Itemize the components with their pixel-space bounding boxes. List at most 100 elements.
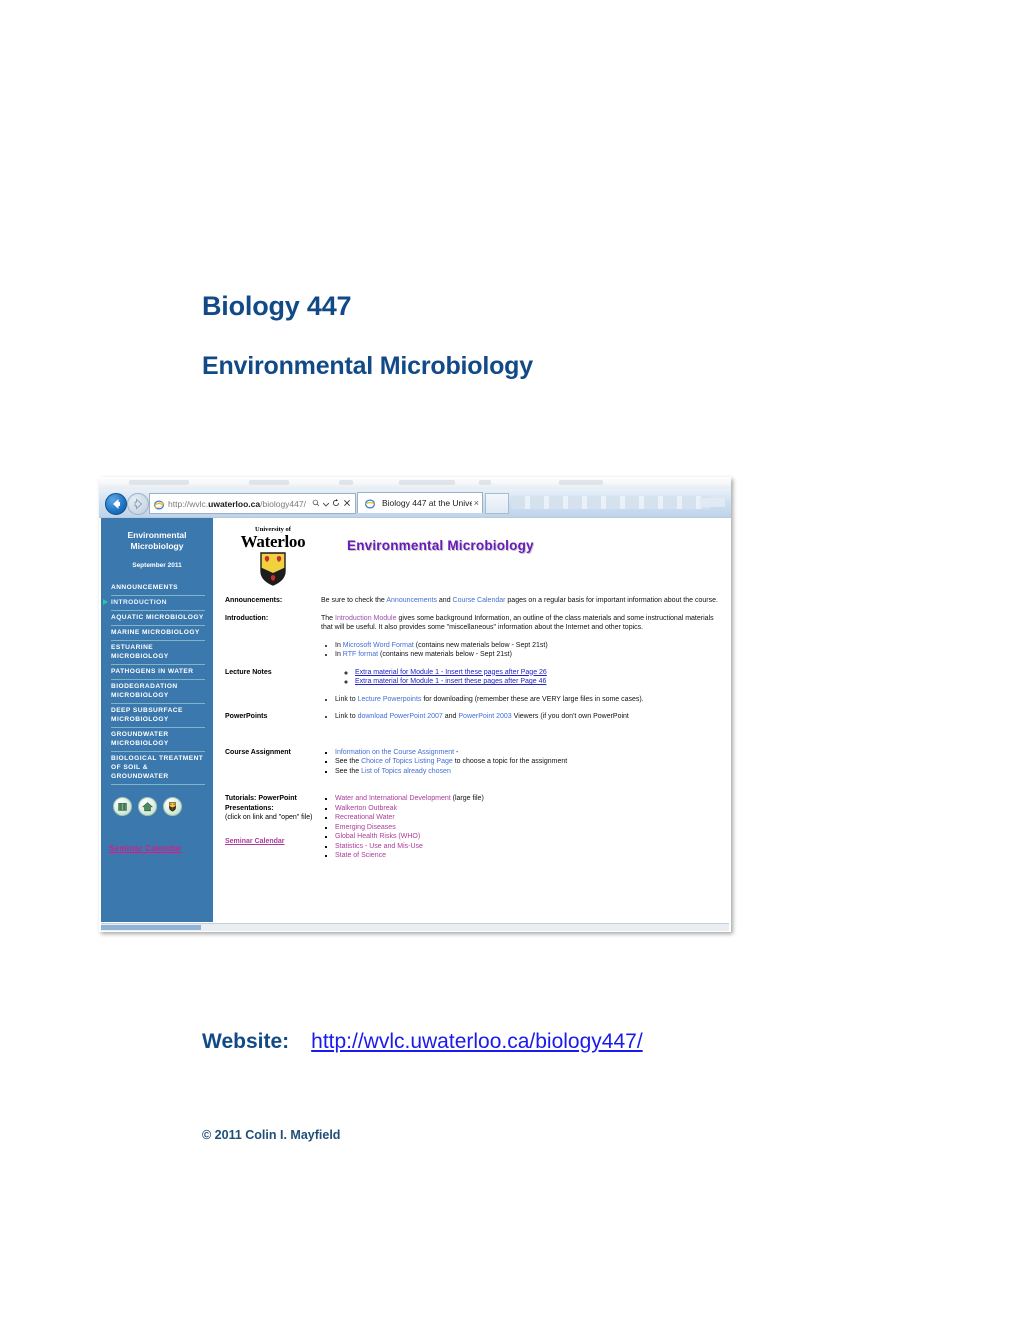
scrollbar-thumb[interactable] xyxy=(101,925,201,930)
sidebar-item-biodegradation-microbiology[interactable]: BIODEGRADATION MICROBIOLOGY xyxy=(111,680,205,704)
sidebar-item-groundwater-microbiology[interactable]: GROUNDWATER MICROBIOLOGY xyxy=(111,728,205,752)
uwaterloo-logo: University of Waterloo xyxy=(229,526,317,588)
search-icon[interactable] xyxy=(312,499,320,509)
powerpoint-2003-link[interactable]: PowerPoint 2003 xyxy=(458,713,511,720)
list-item: In Microsoft Word Format (contains new m… xyxy=(335,641,719,651)
tutorial-link[interactable]: Walkerton Outbreak xyxy=(335,805,397,812)
address-bar[interactable]: http://wvlc.uwaterloo.ca/biology447/ xyxy=(149,493,356,514)
text-fragment: and xyxy=(442,713,459,720)
browser-screenshot: http://wvlc.uwaterloo.ca/biology447/ Bio… xyxy=(99,477,731,932)
list-item: See the List of Topics already chosen xyxy=(335,767,719,777)
list-item: Statistics - Use and Mis-Use xyxy=(335,842,719,852)
sidebar-item-label: ANNOUNCEMENTS xyxy=(111,584,179,591)
tutorials-list: Water and International Development (lar… xyxy=(321,794,719,861)
row-label: Lecture Notes xyxy=(225,668,272,676)
sidebar-item-label: PATHOGENS IN WATER xyxy=(111,668,194,675)
text-fragment: pages on a regular basis for important i… xyxy=(505,597,718,604)
copyright-notice: © 2011 Colin I. Mayfield xyxy=(202,1128,341,1142)
page-banner-title: Environmental Microbiology xyxy=(347,538,534,553)
sidebar-item-biological-treatment[interactable]: BIOLOGICAL TREATMENT OF SOIL & GROUNDWAT… xyxy=(111,752,205,785)
introduction-module-link[interactable]: Introduction Module xyxy=(335,615,396,622)
row-body: Link to Lecture Powerpoints for download… xyxy=(321,695,719,705)
extra-material-page26-link[interactable]: Extra material for Module 1 - Insert the… xyxy=(355,669,547,676)
tutorial-link[interactable]: Recreational Water xyxy=(335,814,395,821)
tab-title: Biology 447 at the Universit... xyxy=(382,498,472,508)
topics-listing-link[interactable]: Choice of Topics Listing Page xyxy=(361,758,453,765)
list-item: Information on the Course Assignment - xyxy=(335,748,719,758)
sidebar-item-estuarine-microbiology[interactable]: ESTUARINE MICROBIOLOGY xyxy=(111,641,205,665)
tutorial-link[interactable]: Water and International Development xyxy=(335,795,451,802)
topics-chosen-link[interactable]: List of Topics already chosen xyxy=(361,768,451,775)
row-label: Course Assignment xyxy=(225,748,291,756)
course-calendar-link[interactable]: Course Calendar xyxy=(453,597,506,604)
text-fragment: to choose a topic for the assignment xyxy=(452,758,568,765)
text-fragment: Viewers (if you don't own PowerPoint xyxy=(511,713,629,720)
lecture-powerpoints-list: Link to Lecture Powerpoints for download… xyxy=(321,695,719,705)
browser-window-controls-blur xyxy=(699,498,725,507)
sidebar-title-line1: Environmental xyxy=(127,530,187,540)
sidebar-seminar-calendar-link[interactable]: Seminar Calendar xyxy=(109,844,213,853)
tutorial-link[interactable]: Global Health Risks (WHO) xyxy=(335,833,420,840)
row-label: PowerPoints xyxy=(225,713,268,720)
shield-icon[interactable] xyxy=(163,797,182,816)
tutorials-label-line1: Tutorials: PowerPoint xyxy=(225,795,297,802)
website-label: Website: xyxy=(202,1030,290,1053)
sidebar-title-line2: Microbiology xyxy=(130,541,184,551)
tutorial-link[interactable]: Emerging Diseases xyxy=(335,824,396,831)
rtf-format-link[interactable]: RTF format xyxy=(343,651,378,658)
sidebar-item-aquatic-microbiology[interactable]: AQUATIC MICROBIOLOGY xyxy=(111,611,205,626)
row-label-empty xyxy=(225,695,321,705)
sidebar-item-announcements[interactable]: ANNOUNCEMENTS xyxy=(111,581,205,596)
content-row-lecture-powerpoints: Link to Lecture Powerpoints for download… xyxy=(225,695,719,705)
close-icon[interactable] xyxy=(343,499,351,509)
tab-close-icon[interactable]: × xyxy=(472,498,479,508)
seminar-calendar-link[interactable]: Seminar Calendar xyxy=(225,837,321,847)
sidebar-item-introduction[interactable]: INTRODUCTION xyxy=(103,596,205,611)
row-body: Water and International Development (lar… xyxy=(321,794,719,861)
list-item: Link to Lecture Powerpoints for download… xyxy=(335,695,719,705)
new-tab-button[interactable] xyxy=(485,493,509,514)
row-label-empty xyxy=(225,641,321,660)
chevron-down-icon[interactable] xyxy=(322,499,330,509)
row-body: In Microsoft Word Format (contains new m… xyxy=(321,641,719,660)
announcements-link[interactable]: Announcements xyxy=(386,597,437,604)
content-row-formats: In Microsoft Word Format (contains new m… xyxy=(225,641,719,660)
uwaterloo-shield-icon xyxy=(229,552,317,588)
text-fragment: - xyxy=(454,748,459,756)
row-body: Extra material for Module 1 - Insert the… xyxy=(321,668,719,687)
page-viewport: Environmental Microbiology September 201… xyxy=(99,517,731,924)
site-sidebar: Environmental Microbiology September 201… xyxy=(101,518,213,922)
sidebar-date: September 2011 xyxy=(132,562,182,569)
row-body: Be sure to check the Announcements and C… xyxy=(321,596,719,606)
books-icon[interactable] xyxy=(113,797,132,816)
refresh-icon[interactable] xyxy=(332,498,340,509)
powerpoint-2007-link[interactable]: download PowerPoint 2007 xyxy=(358,713,443,720)
tutorial-link[interactable]: Statistics - Use and Mis-Use xyxy=(335,843,423,850)
tab-favicon-icon xyxy=(364,497,376,509)
sidebar-item-pathogens-in-water[interactable]: PATHOGENS IN WATER xyxy=(111,665,205,680)
back-button[interactable] xyxy=(105,493,127,515)
sidebar-item-marine-microbiology[interactable]: MARINE MICROBIOLOGY xyxy=(111,626,205,641)
list-item: Extra material for Module 1 - Insert the… xyxy=(355,668,719,678)
browser-toolbar: http://wvlc.uwaterloo.ca/biology447/ Bio… xyxy=(99,489,731,518)
lecture-powerpoints-link[interactable]: Lecture Powerpoints xyxy=(358,696,422,703)
row-label: Announcements: xyxy=(225,597,283,604)
tutorial-link[interactable]: State of Science xyxy=(335,852,386,859)
browser-tab[interactable]: Biology 447 at the Universit... × xyxy=(357,492,483,513)
list-item: Link to download PowerPoint 2007 and Pow… xyxy=(335,712,719,722)
assignment-info-link[interactable]: Information on the Course Assignment xyxy=(335,749,454,756)
desktop-strip xyxy=(99,477,731,489)
website-url-link[interactable]: http://wvlc.uwaterloo.ca/biology447/ xyxy=(311,1030,643,1053)
horizontal-scrollbar[interactable] xyxy=(101,923,729,931)
current-page-arrow-icon xyxy=(103,599,108,605)
text-fragment: (contains new materials below - Sept 21s… xyxy=(378,651,512,658)
sidebar-item-deep-subsurface-microbiology[interactable]: DEEP SUBSURFACE MICROBIOLOGY xyxy=(111,704,205,728)
text-fragment: See the xyxy=(335,758,362,765)
logo-waterloo: Waterloo xyxy=(240,532,306,551)
home-icon[interactable] xyxy=(138,797,157,816)
word-format-link[interactable]: Microsoft Word Format xyxy=(343,642,414,649)
extra-material-page46-link[interactable]: Extra material for Module 1 - insert the… xyxy=(355,678,546,685)
content-row-tutorials: Tutorials: PowerPoint Presentations: (cl… xyxy=(225,794,719,861)
browser-command-bar-blur xyxy=(511,496,711,509)
forward-button[interactable] xyxy=(127,493,149,515)
